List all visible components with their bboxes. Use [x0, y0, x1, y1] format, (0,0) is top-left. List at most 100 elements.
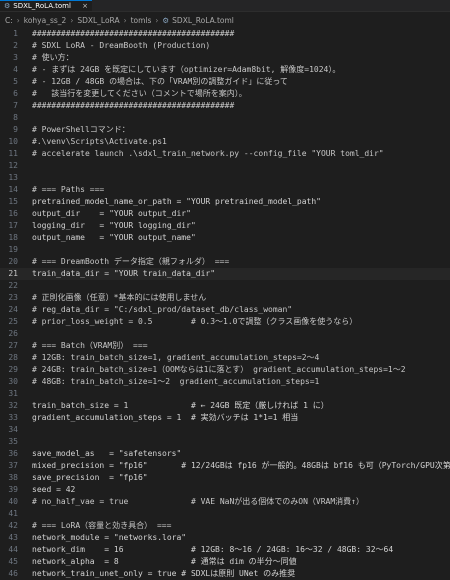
code-line[interactable]: 39 seed = 42	[0, 484, 450, 496]
code-line[interactable]: 32 train_batch_size = 1 # ← 24GB 既定（厳しければ…	[0, 400, 450, 412]
code-text: # - まずは 24GB を既定にしています（optimizer=Adam8bi…	[32, 65, 341, 74]
line-number: 12	[8, 161, 18, 170]
code-text: pretrained_model_name_or_path = "YOUR pr…	[32, 197, 321, 206]
line-number: 4	[13, 65, 18, 74]
code-line[interactable]: 3 # 使い方：	[0, 52, 450, 64]
code-editor[interactable]: 1 #######################################…	[0, 28, 450, 578]
line-number: 27	[8, 341, 18, 350]
code-text: # PowerShellコマンド：	[32, 125, 130, 134]
breadcrumb-item-kohya[interactable]: kohya_ss_2	[24, 16, 67, 25]
code-line[interactable]: 12	[0, 160, 450, 172]
code-line[interactable]: 46 network_train_unet_only = true # SDXLは…	[0, 568, 450, 580]
code-line[interactable]: 38 save_precision = "fp16"	[0, 472, 450, 484]
code-line[interactable]: 34	[0, 424, 450, 436]
line-number: 35	[8, 437, 18, 446]
code-line[interactable]: 25 # prior_loss_weight = 0.5 # 0.3〜1.0で調整…	[0, 316, 450, 328]
line-number: 19	[8, 245, 18, 254]
close-icon[interactable]: ×	[82, 2, 88, 10]
code-line[interactable]: 20 # === DreamBooth データ指定（親フォルダ） ===	[0, 256, 450, 268]
code-line[interactable]: 42 # === LoRA（容量と効き具合） ===	[0, 520, 450, 532]
code-line[interactable]: 40 # no_half_vae = true # VAE NaNが出る個体でのみ…	[0, 496, 450, 508]
code-line[interactable]: 17 logging_dir = "YOUR logging_dir"	[0, 220, 450, 232]
chevron-right-icon: ›	[70, 15, 74, 25]
chevron-right-icon: ›	[123, 15, 127, 25]
code-text: # === Batch（VRAM別） ===	[32, 341, 148, 350]
code-line[interactable]: 5 # - 12GB / 48GB の場合は、下の「VRAM別の調整ガイド」に従っ…	[0, 76, 450, 88]
breadcrumb-item-drive[interactable]: C:	[5, 16, 13, 25]
line-number: 18	[8, 233, 18, 242]
line-number: 9	[13, 125, 18, 134]
gear-icon: ⚙	[162, 15, 170, 25]
chevron-right-icon: ›	[155, 15, 159, 25]
code-line[interactable]: 33 gradient_accumulation_steps = 1 # 実効バッ…	[0, 412, 450, 424]
breadcrumb-item-tomls[interactable]: tomls	[131, 16, 152, 25]
code-line[interactable]: 22	[0, 280, 450, 292]
code-line[interactable]: 29 # 24GB: train_batch_size=1（OOMならは1に落とす…	[0, 364, 450, 376]
code-text: # prior_loss_weight = 0.5 # 0.3〜1.0で調整（ク…	[32, 317, 358, 326]
line-number: 31	[8, 389, 18, 398]
code-line[interactable]: 36 save_model_as = "safetensors"	[0, 448, 450, 460]
line-number: 23	[8, 293, 18, 302]
code-line[interactable]: 15 pretrained_model_name_or_path = "YOUR …	[0, 196, 450, 208]
code-line[interactable]: 30 # 48GB: train_batch_size=1〜2 gradient_…	[0, 376, 450, 388]
code-text: output_dir = "YOUR output_dir"	[32, 209, 191, 218]
line-number: 2	[13, 41, 18, 50]
line-number: 8	[13, 113, 18, 122]
code-line[interactable]: 28 # 12GB: train_batch_size=1, gradient_a…	[0, 352, 450, 364]
code-line[interactable]: 8	[0, 112, 450, 124]
code-line[interactable]: 9 # PowerShellコマンド：	[0, 124, 450, 136]
line-number: 20	[8, 257, 18, 266]
code-line[interactable]: 18 output_name = "YOUR output_name"	[0, 232, 450, 244]
code-text: # === Paths ===	[32, 185, 105, 194]
code-line[interactable]: 6 # 該当行を変更してください（コメントで場所を案内）。	[0, 88, 450, 100]
code-text: train_data_dir = "YOUR train_data_dir"	[32, 269, 216, 278]
code-line[interactable]: 13	[0, 172, 450, 184]
line-number: 11	[8, 149, 18, 158]
line-number: 14	[8, 185, 18, 194]
code-line[interactable]: 10 #.\venv\Scripts\Activate.ps1	[0, 136, 450, 148]
code-line[interactable]: 45 network_alpha = 8 # 通常は dim の半分〜同値	[0, 556, 450, 568]
code-line[interactable]: 43 network_module = "networks.lora"	[0, 532, 450, 544]
code-line[interactable]: 31	[0, 388, 450, 400]
code-line[interactable]: 37 mixed_precision = "fp16" # 12/24GBは fp…	[0, 460, 450, 472]
tab-bar: ⚙ SDXL_RoLA.toml ×	[0, 0, 450, 12]
code-text: #.\venv\Scripts\Activate.ps1	[32, 137, 167, 146]
code-line[interactable]: 44 network_dim = 16 # 12GB: 8〜16 / 24GB: …	[0, 544, 450, 556]
line-number: 24	[8, 305, 18, 314]
line-number: 41	[8, 509, 18, 518]
code-text: # === DreamBooth データ指定（親フォルダ） ===	[32, 257, 230, 266]
line-number: 25	[8, 317, 18, 326]
code-line[interactable]: 14 # === Paths ===	[0, 184, 450, 196]
code-text: save_precision = "fp16"	[32, 473, 148, 482]
breadcrumb-item-sdxl-lora[interactable]: SDXL_LoRA	[77, 16, 119, 25]
code-line[interactable]: 19	[0, 244, 450, 256]
code-text: gradient_accumulation_steps = 1 # 実効バッチは…	[32, 413, 299, 422]
line-number: 36	[8, 449, 18, 458]
code-line[interactable]: 2 # SDXL LoRA - DreamBooth (Production)	[0, 40, 450, 52]
code-line[interactable]: 16 output_dir = "YOUR output_dir"	[0, 208, 450, 220]
line-number: 13	[8, 173, 18, 182]
code-line[interactable]: 26	[0, 328, 450, 340]
line-number: 42	[8, 521, 18, 530]
line-number: 16	[8, 209, 18, 218]
code-line[interactable]: 7 #######################################…	[0, 100, 450, 112]
code-line[interactable]: 1 #######################################…	[0, 28, 450, 40]
code-line[interactable]: 27 # === Batch（VRAM別） ===	[0, 340, 450, 352]
line-number: 29	[8, 365, 18, 374]
gear-icon: ⚙	[4, 2, 11, 10]
code-text: network_dim = 16 # 12GB: 8〜16 / 24GB: 16…	[32, 545, 394, 554]
breadcrumb-item-file[interactable]: SDXL_RoLA.toml	[172, 16, 234, 25]
code-line[interactable]: 11 # accelerate launch .\sdxl_train_netwo…	[0, 148, 450, 160]
code-text: seed = 42	[32, 485, 76, 494]
code-line[interactable]: 4 # - まずは 24GB を既定にしています（optimizer=Adam8b…	[0, 64, 450, 76]
line-number: 44	[8, 545, 18, 554]
line-number: 32	[8, 401, 18, 410]
code-line[interactable]: 24 # reg_data_dir = "C:/sdxl_prod/dataset…	[0, 304, 450, 316]
line-number: 37	[8, 461, 18, 470]
code-line[interactable]: 41	[0, 508, 450, 520]
code-line[interactable]: 35	[0, 436, 450, 448]
code-line[interactable]: 23 # 正則化画像（任意）*基本的には使用しません	[0, 292, 450, 304]
tab-sdxl-rola-toml[interactable]: ⚙ SDXL_RoLA.toml ×	[0, 0, 92, 11]
code-line[interactable]: 21 train_data_dir = "YOUR train_data_dir"	[0, 268, 450, 280]
code-text: output_name = "YOUR output_name"	[32, 233, 196, 242]
